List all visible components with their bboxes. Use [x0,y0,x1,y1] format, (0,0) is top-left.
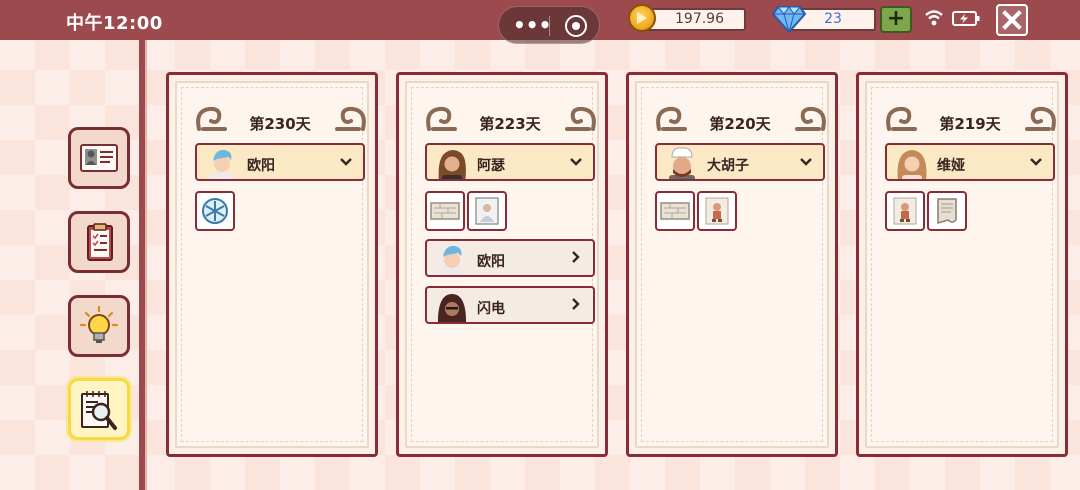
wall-texture-icon [430,202,460,220]
add-gems-button[interactable]: + [880,6,912,33]
day-card: 第220天 大胡子 [626,72,838,457]
avatar [440,245,464,275]
coin-icon [628,4,656,32]
ornament-curl-right [565,106,596,131]
day-card: 第223天 阿瑟 欧阳 闪电 [396,72,608,457]
chevron-down-icon [1030,158,1042,166]
sidebar-item-investigation[interactable] [68,378,130,440]
evidence-item[interactable] [655,191,695,231]
card-panel: 第220天 大胡子 [635,81,829,448]
character-name: 维娅 [937,158,965,174]
day-card: 第230天 欧阳 [166,72,378,457]
avatar [897,150,927,179]
wifi-icon [925,10,943,26]
character-name: 阿瑟 [477,158,505,174]
character-dropdown[interactable]: 欧阳 [195,143,365,181]
chevron-down-icon [800,158,812,166]
avatar [438,150,466,179]
character-dropdown[interactable]: 维娅 [885,143,1055,181]
ornament-curl-right [795,106,826,131]
evidence-item[interactable] [927,191,967,231]
card-panel: 第223天 阿瑟 欧阳 闪电 [405,81,599,448]
evidence-list [655,191,739,231]
ornament-curl-right [1025,106,1056,131]
portrait-photo-icon [475,197,499,225]
doll-figure-icon [705,197,729,225]
sidebar-divider [139,40,147,490]
coin-counter: 197.96 [644,8,746,31]
day-card: 第219天 维娅 [856,72,1068,457]
evidence-item[interactable] [425,191,465,231]
sidebar-item-id-card[interactable] [68,127,130,189]
doll-figure-icon [893,197,917,225]
chevron-right-icon [572,298,580,310]
close-icon [1002,10,1022,30]
magnifier-notebook-icon [81,391,117,430]
evidence-item[interactable] [885,191,925,231]
avatar [210,149,234,179]
battery-icon [952,11,980,26]
close-button[interactable] [996,4,1028,36]
id-card-icon [80,144,118,172]
avatar [669,147,695,179]
evidence-item[interactable] [467,191,507,231]
mini-program-capsule: ••• [498,6,600,44]
card-panel: 第230天 欧阳 [175,81,369,448]
more-options-icon[interactable]: ••• [513,15,551,35]
evidence-list [195,191,237,231]
evidence-item[interactable] [195,191,235,231]
clipboard-icon [87,223,113,261]
wall-texture-icon [660,202,690,220]
character-name: 闪电 [477,301,505,317]
character-dropdown[interactable]: 阿瑟 [425,143,595,181]
avatar [437,294,467,322]
related-character-row[interactable]: 闪电 [425,286,595,324]
card-panel: 第219天 维娅 [865,81,1059,448]
chevron-down-icon [340,158,352,166]
character-name: 大胡子 [707,158,749,174]
evidence-list [885,191,969,231]
sidebar-item-clipboard[interactable] [68,211,130,273]
evidence-item[interactable] [697,191,737,231]
capsule-divider [549,16,550,36]
related-character-row[interactable]: 欧阳 [425,239,595,277]
lightbulb-icon [79,306,119,343]
paper-scroll-icon [937,198,957,225]
sidebar-item-hints[interactable] [68,295,130,357]
snowflake-badge-icon [202,198,228,224]
ornament-curl-right [335,106,366,131]
chevron-down-icon [570,158,582,166]
exit-mini-program-icon[interactable] [565,15,587,37]
diamond-icon [772,6,806,33]
character-name: 欧阳 [247,158,275,174]
game-clock: 中午12:00 [66,13,163,34]
character-name: 欧阳 [477,254,505,270]
evidence-list [425,191,509,231]
top-status-bar: 中午12:00 ••• 197.96 23 + [0,0,1080,44]
chevron-right-icon [572,251,580,263]
character-dropdown[interactable]: 大胡子 [655,143,825,181]
